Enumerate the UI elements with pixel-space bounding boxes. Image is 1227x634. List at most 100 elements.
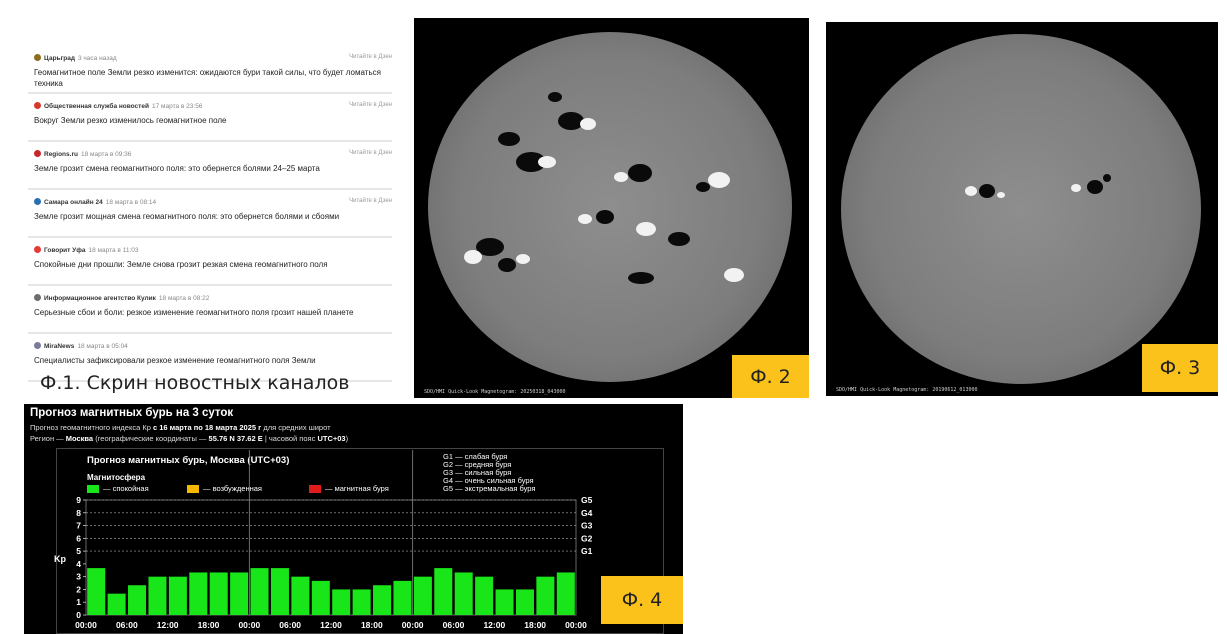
- source-logo-icon: [34, 54, 41, 61]
- kp-bar: [148, 576, 167, 615]
- kp-bar: [87, 568, 106, 615]
- news-time: 17 марта в 23:56: [151, 103, 203, 110]
- news-meta: Царьград 3 часа назад: [34, 54, 386, 64]
- kp-bar: [291, 576, 310, 615]
- caption-f3: Ф. 3: [1142, 344, 1218, 392]
- x-tick-label: 06:00: [116, 620, 138, 630]
- news-time: 18 марта в 11:03: [88, 247, 139, 254]
- y-tick-label: 9: [76, 495, 81, 505]
- magnetogram-f2: SDO/HMI Quick-Look Magnetogram: 20250318…: [414, 18, 809, 398]
- news-source[interactable]: Говорит Уфа: [44, 247, 86, 254]
- news-title[interactable]: Серьезные сбои и боли: резкое изменение …: [34, 307, 386, 318]
- news-title[interactable]: Земле грозит мощная смена геомагнитного …: [34, 211, 386, 222]
- source-logo-icon: [34, 102, 41, 109]
- source-logo-icon: [34, 150, 41, 157]
- kp-bar: [250, 568, 269, 615]
- kp-bar: [413, 576, 432, 615]
- news-meta: Regions.ru 18 марта в 09:36: [34, 150, 386, 160]
- g-tick-label: G5: [581, 495, 593, 505]
- news-item[interactable]: Самара онлайн 24 18 марта в 08:14 Читайте …: [28, 194, 392, 238]
- news-title[interactable]: Спокойные дни прошли: Земле снова грозит…: [34, 259, 386, 270]
- news-item[interactable]: Regions.ru 18 марта в 09:36 Читайте в Дзен…: [28, 146, 392, 190]
- kp-bar: [556, 572, 575, 615]
- y-tick-label: 6: [76, 533, 81, 543]
- x-tick-label: 00:00: [75, 620, 97, 630]
- x-tick-label: 12:00: [320, 620, 342, 630]
- kp-bar: [393, 580, 412, 615]
- g-tick-label: G3: [581, 521, 593, 531]
- news-source[interactable]: Общественная служба новостей: [44, 103, 149, 110]
- news-source[interactable]: Царьград: [44, 55, 75, 62]
- kp-bar: [352, 589, 371, 615]
- x-tick-label: 00:00: [565, 620, 587, 630]
- y-tick-label: 2: [76, 584, 81, 594]
- kp-bar: [332, 589, 351, 615]
- news-title[interactable]: Вокруг Земли резко изменилось геомагнитн…: [34, 115, 386, 126]
- magnetogram-f3: SDO/HMI Quick-Look Magnetogram: 20190612…: [826, 22, 1218, 396]
- read-in-dzen-link[interactable]: Читайте в Дзен: [349, 102, 392, 108]
- kp-bar: [189, 572, 208, 615]
- magnetogram-label: SDO/HMI Quick-Look Magnetogram: 20250318…: [424, 389, 566, 395]
- x-tick-label: 12:00: [483, 620, 505, 630]
- y-tick-label: 4: [76, 559, 81, 569]
- caption-f1: Ф.1. Скрин новостных каналов: [40, 372, 350, 394]
- kp-bar: [209, 572, 228, 615]
- x-tick-label: 18:00: [198, 620, 220, 630]
- kp-bar: [311, 580, 330, 615]
- y-tick-label: 5: [76, 546, 81, 556]
- kp-bar: [230, 572, 249, 615]
- news-title[interactable]: Земле грозит смена геомагнитного поля: э…: [34, 163, 386, 174]
- news-source[interactable]: MiraNews: [44, 343, 74, 350]
- news-time: 18 марта в 08:22: [158, 295, 210, 302]
- kp-bar: [495, 589, 514, 615]
- news-meta: Информационное агентство Кулик 18 марта в…: [34, 294, 386, 304]
- x-tick-label: 12:00: [157, 620, 179, 630]
- magnetogram-label: SDO/HMI Quick-Look Magnetogram: 20190612…: [836, 387, 978, 393]
- y-tick-label: 7: [76, 521, 81, 531]
- kp-bar: [475, 576, 494, 615]
- news-source[interactable]: Regions.ru: [44, 151, 78, 158]
- news-title[interactable]: Специалисты зафиксировали резкое изменен…: [34, 355, 386, 366]
- source-logo-icon: [34, 294, 41, 301]
- news-meta: Общественная служба новостей 17 марта в 2…: [34, 102, 386, 112]
- g-tick-label: G4: [581, 508, 593, 518]
- kp-bar: [168, 576, 187, 615]
- news-item[interactable]: Информационное агентство Кулик 18 марта в…: [28, 290, 392, 334]
- read-in-dzen-link[interactable]: Читайте в Дзен: [349, 150, 392, 156]
- sun-disk: [841, 34, 1201, 384]
- read-in-dzen-link[interactable]: Читайте в Дзен: [349, 198, 392, 204]
- news-item[interactable]: Царьград 3 часа назад Читайте в Дзен Геомаг…: [28, 50, 392, 94]
- news-meta: MiraNews 18 марта в 05:04: [34, 342, 386, 352]
- y-tick-label: 0: [76, 610, 81, 620]
- y-tick-label: 8: [76, 508, 81, 518]
- x-tick-label: 18:00: [361, 620, 383, 630]
- news-time: 18 марта в 09:36: [80, 151, 132, 158]
- y-tick-label: 1: [76, 597, 81, 607]
- storm-forecast-panel: Прогноз магнитных бурь на 3 суток Прогно…: [24, 404, 683, 634]
- kp-bar: [373, 585, 392, 615]
- news-feed: Царьград 3 часа назад Читайте в Дзен Геомаг…: [28, 50, 392, 382]
- news-source[interactable]: Самара онлайн 24: [44, 199, 103, 206]
- read-in-dzen-link[interactable]: Читайте в Дзен: [349, 54, 392, 60]
- news-meta: Самара онлайн 24 18 марта в 08:14: [34, 198, 386, 208]
- news-source[interactable]: Информационное агентство Кулик: [44, 295, 156, 302]
- news-time: 18 марта в 05:04: [77, 343, 128, 350]
- news-item[interactable]: Общественная служба новостей 17 марта в 2…: [28, 98, 392, 142]
- sun-disk: [428, 32, 792, 382]
- kp-bar: [270, 568, 289, 615]
- x-tick-label: 06:00: [279, 620, 301, 630]
- y-tick-label: 3: [76, 572, 81, 582]
- x-tick-label: 18:00: [524, 620, 546, 630]
- news-item[interactable]: Говорит Уфа 18 марта в 11:03 Спокойные дни…: [28, 242, 392, 286]
- kp-bar: [107, 593, 126, 615]
- y-axis-label: Kp: [54, 554, 66, 564]
- news-title[interactable]: Геомагнитное поле Земли резко изменится:…: [34, 67, 386, 89]
- kp-bar-chart: 0 1 2 3 4 5 6 7 8 9 G1 G2 G3 G4 G5 Kp 00:00 06:00 12:00 18:…: [54, 450, 593, 630]
- x-tick-label: 00:00: [402, 620, 424, 630]
- source-logo-icon: [34, 198, 41, 205]
- kp-bar: [536, 576, 555, 615]
- source-logo-icon: [34, 246, 41, 253]
- kp-bar: [515, 589, 534, 615]
- news-time: 3 часа назад: [78, 55, 117, 62]
- news-meta: Говорит Уфа 18 марта в 11:03: [34, 246, 386, 256]
